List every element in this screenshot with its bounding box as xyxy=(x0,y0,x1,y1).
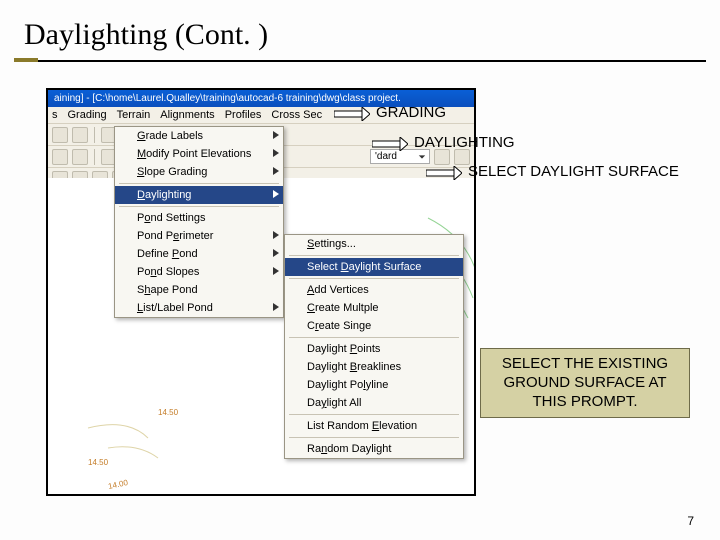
menu-separator xyxy=(119,206,279,207)
menu-item-shape-pond[interactable]: Shape Pond xyxy=(115,281,283,299)
page-number: 7 xyxy=(687,514,694,528)
title-accent xyxy=(14,58,38,62)
callout-label-select-surface: SELECT DAYLIGHT SURFACE xyxy=(468,163,679,180)
chevron-down-icon xyxy=(417,152,427,162)
callout-arrow-grading xyxy=(334,107,370,121)
submenu-arrow-icon xyxy=(273,266,279,278)
submenu-item-daylight-breaklines[interactable]: Daylight Breaklines xyxy=(285,358,463,376)
app-screenshot: aining] - [C:\home\Laurel.Qualley\traini… xyxy=(46,88,476,496)
submenu-item-random-daylight[interactable]: Random Daylight xyxy=(285,440,463,458)
callout-arrow-select-surface xyxy=(426,166,462,180)
menu-separator xyxy=(289,337,459,338)
menu-item-pond-settings[interactable]: Pond Settings xyxy=(115,209,283,227)
submenu-arrow-icon xyxy=(273,248,279,260)
toolbar-icon[interactable] xyxy=(72,127,88,143)
daylighting-submenu: Settings... Select Daylight Surface Add … xyxy=(284,234,464,459)
menu-separator xyxy=(289,414,459,415)
menu-item-grade-labels[interactable]: Grade Labels xyxy=(115,127,283,145)
submenu-item-select-daylight-surface[interactable]: Select Daylight Surface xyxy=(285,258,463,276)
instruction-box: SELECT THE EXISTING GROUND SURFACE AT TH… xyxy=(480,348,690,418)
menu-s[interactable]: s xyxy=(52,109,58,121)
menu-cross-sections[interactable]: Cross Sec xyxy=(271,109,322,121)
toolbar-icon[interactable] xyxy=(72,149,88,165)
submenu-arrow-icon xyxy=(273,130,279,142)
menu-separator xyxy=(119,183,279,184)
submenu-item-daylight-points[interactable]: Daylight Points xyxy=(285,340,463,358)
submenu-arrow-icon xyxy=(273,302,279,314)
submenu-arrow-icon xyxy=(273,166,279,178)
submenu-arrow-icon xyxy=(273,230,279,242)
slide-title: Daylighting (Cont. ) xyxy=(0,0,720,60)
title-underline xyxy=(14,60,706,62)
menu-separator xyxy=(289,437,459,438)
submenu-arrow-icon xyxy=(273,148,279,160)
layer-dropdown[interactable]: 'dard xyxy=(370,149,430,164)
submenu-item-daylight-all[interactable]: Daylight All xyxy=(285,394,463,412)
callout-arrow-daylighting xyxy=(372,137,408,151)
submenu-item-settings[interactable]: Settings... xyxy=(285,235,463,253)
toolbar-separator xyxy=(94,149,95,165)
menu-item-modify-point-elevations[interactable]: Modify Point Elevations xyxy=(115,145,283,163)
contour-label: 14.50 xyxy=(158,408,178,417)
callout-label-grading: GRADING xyxy=(376,104,446,121)
menu-terrain[interactable]: Terrain xyxy=(117,109,151,121)
contour-label: 14.50 xyxy=(88,458,108,467)
menu-item-daylighting[interactable]: Daylighting xyxy=(115,186,283,204)
menu-alignments[interactable]: Alignments xyxy=(160,109,214,121)
menu-separator xyxy=(289,255,459,256)
menu-item-define-pond[interactable]: Define Pond xyxy=(115,245,283,263)
grading-menu: Grade Labels Modify Point Elevations Slo… xyxy=(114,126,284,318)
submenu-item-create-multiple[interactable]: Create Multple xyxy=(285,299,463,317)
submenu-item-create-single[interactable]: Create Singe xyxy=(285,317,463,335)
menu-item-pond-slopes[interactable]: Pond Slopes xyxy=(115,263,283,281)
callout-label-daylighting: DAYLIGHTING xyxy=(414,134,515,151)
submenu-item-daylight-polyline[interactable]: Daylight Polyline xyxy=(285,376,463,394)
toolbar-icon[interactable] xyxy=(52,127,68,143)
submenu-arrow-icon xyxy=(273,189,279,201)
menu-profiles[interactable]: Profiles xyxy=(225,109,262,121)
submenu-item-add-vertices[interactable]: Add Vertices xyxy=(285,281,463,299)
layer-dropdown-value: 'dard xyxy=(375,151,397,162)
submenu-item-list-random-elevation[interactable]: List Random Elevation xyxy=(285,417,463,435)
menu-item-slope-grading[interactable]: Slope Grading xyxy=(115,163,283,181)
toolbar-icon[interactable] xyxy=(52,149,68,165)
menu-item-list-label-pond[interactable]: List/Label Pond xyxy=(115,299,283,317)
toolbar-separator xyxy=(94,127,95,143)
menu-separator xyxy=(289,278,459,279)
menu-grading[interactable]: Grading xyxy=(68,109,107,121)
menu-item-pond-perimeter[interactable]: Pond Perimeter xyxy=(115,227,283,245)
